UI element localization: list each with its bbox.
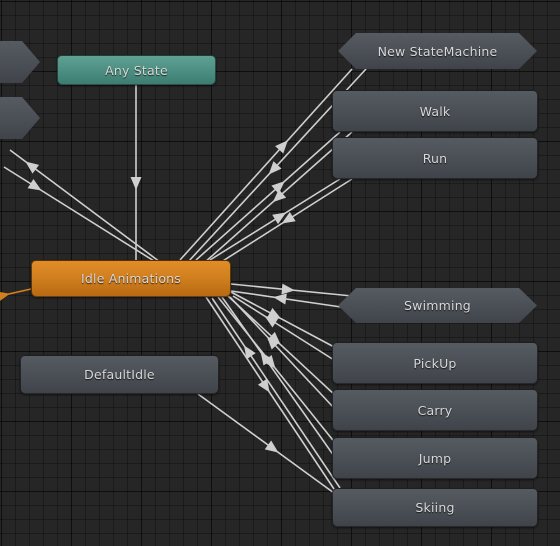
transition-arrowhead-icon (275, 140, 288, 154)
state-node-any_state[interactable]: Any State (57, 55, 216, 85)
state-node-submachine_cut_top[interactable] (0, 41, 40, 83)
transition-arrowhead-icon (273, 293, 287, 305)
transition-arrowhead-icon (25, 161, 40, 174)
state-node-label: Skiing (415, 500, 455, 515)
submachine-hex-shape (0, 97, 40, 139)
transition-line (195, 131, 341, 261)
state-node-label: Walk (419, 103, 451, 119)
transition-line (232, 295, 335, 361)
state-node-skiing[interactable]: Skiing (332, 488, 538, 527)
state-node-carry[interactable]: Carry (332, 389, 538, 431)
transition-line (179, 68, 353, 261)
transition-arrowhead-icon (281, 211, 296, 224)
state-node-label: Run (422, 150, 448, 166)
transition-line (9, 149, 161, 263)
transition-arrowhead-icon (243, 345, 256, 360)
transition-line (211, 297, 341, 489)
transition-line (229, 296, 335, 409)
transition-arrowhead-icon (268, 161, 282, 175)
transition-arrowhead-icon (272, 189, 287, 203)
transition-line (221, 296, 335, 457)
transition-idle_animations-to-walk[interactable] (195, 131, 341, 261)
transition-arrowhead-icon (264, 315, 279, 328)
transition-idle_animations-to-new_statemachine[interactable] (179, 68, 353, 261)
transition-submachine_cut_bottom-to-idle_animations[interactable] (3, 166, 163, 267)
state-node-walk[interactable]: Walk (332, 90, 538, 132)
transition-run-to-idle_animations[interactable] (217, 178, 353, 265)
transition-arrowhead-icon (271, 181, 285, 194)
state-node-pickup[interactable]: PickUp (332, 342, 538, 384)
transition-any_state-to-idle_animations[interactable] (130, 85, 142, 260)
transition-arrowhead-icon (266, 336, 280, 350)
transition-arrowhead-icon (263, 355, 276, 369)
transition-idle_animations-to-jump[interactable] (217, 296, 337, 445)
state-node-label: PickUp (413, 355, 457, 371)
state-node-swimming[interactable]: Swimming (338, 288, 537, 323)
transition-line (217, 178, 353, 265)
state-node-label: DefaultIdle (84, 367, 155, 382)
transition-arrowhead-icon (264, 440, 279, 453)
transition-idle_animations-to-run[interactable] (209, 178, 341, 261)
transition-arrowhead-icon (281, 283, 295, 295)
transition-line (197, 393, 335, 494)
transition-idle_animations-to-pickup[interactable] (230, 291, 337, 349)
transition-carry-to-idle_animations[interactable] (229, 296, 335, 409)
state-node-run[interactable]: Run (332, 137, 538, 179)
animator-graph-canvas[interactable]: Any State New StateMachine Walk Run Idle Ani… (0, 0, 560, 546)
transition-external-to-idle_animations[interactable] (0, 288, 32, 302)
transition-default_idle-to-skiing[interactable] (197, 393, 335, 494)
transition-arrowhead-icon (130, 177, 142, 190)
submachine-hex-shape (338, 288, 537, 323)
state-node-new_statemachine[interactable]: New StateMachine (338, 33, 537, 69)
transition-arrowhead-icon (260, 351, 273, 366)
transition-line (209, 178, 341, 261)
transition-line (230, 283, 353, 297)
state-node-idle_animations[interactable]: Idle Animations (31, 260, 231, 297)
transition-idle_animations-to-submachine_cut_top[interactable] (9, 149, 161, 263)
submachine-hex-shape (0, 41, 40, 83)
state-node-label: Jump (418, 450, 452, 466)
transition-line (227, 295, 337, 397)
state-node-label: Any State (105, 62, 168, 78)
transition-jump-to-idle_animations[interactable] (221, 296, 335, 457)
state-node-default_idle[interactable]: DefaultIdle (20, 355, 219, 394)
submachine-hex-shape (338, 33, 537, 69)
transition-arrowhead-icon (272, 212, 287, 225)
transition-line (217, 296, 337, 445)
transition-line (3, 166, 163, 267)
state-node-jump[interactable]: Jump (332, 437, 538, 479)
transition-idle_animations-to-skiing[interactable] (205, 296, 337, 493)
transition-idle_animations-to-carry[interactable] (227, 295, 337, 397)
transition-skiing-to-idle_animations[interactable] (211, 297, 341, 489)
transition-arrowhead-icon (27, 178, 42, 191)
transition-line (230, 291, 337, 349)
transition-swimming-to-idle_animations[interactable] (230, 290, 349, 309)
transition-line (0, 288, 32, 297)
transition-arrowhead-icon (257, 378, 270, 393)
transition-arrowhead-icon (267, 331, 281, 345)
transition-idle_animations-to-swimming[interactable] (230, 283, 353, 297)
transition-line (205, 296, 337, 493)
transition-walk-to-idle_animations[interactable] (203, 131, 353, 264)
transition-pickup-to-idle_animations[interactable] (232, 295, 335, 361)
state-node-label: Carry (417, 402, 453, 418)
transition-arrowhead-icon (267, 307, 282, 319)
transition-line (203, 131, 353, 264)
transition-arrowhead-icon (0, 291, 10, 302)
state-node-label: Idle Animations (81, 271, 181, 286)
state-node-submachine_cut_bottom[interactable] (0, 97, 40, 139)
transition-line (230, 290, 349, 309)
